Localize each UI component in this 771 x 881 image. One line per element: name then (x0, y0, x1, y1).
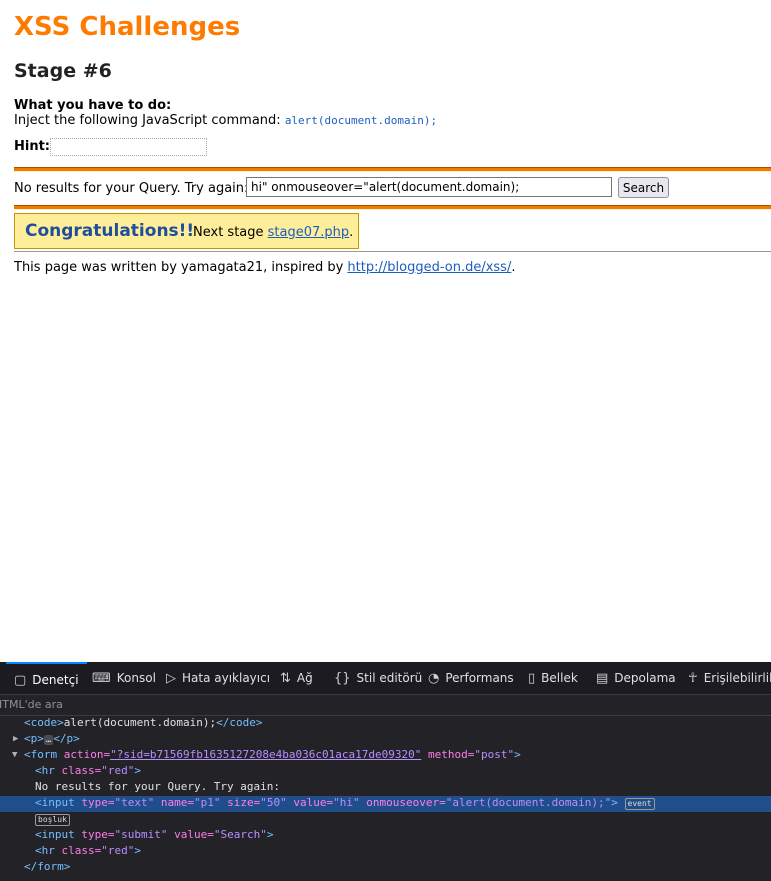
divider-footer (14, 251, 771, 252)
tab-inspector[interactable]: ▢ Denetçi (6, 662, 87, 696)
style-editor-icon: {} (334, 670, 351, 686)
tree-line-form[interactable]: ▼ <form action="?sid=b71569fb1635127208e… (0, 748, 771, 764)
hint-box[interactable] (50, 138, 207, 156)
memory-icon: ▯ (528, 670, 536, 686)
whitespace-badge[interactable]: boşluk (35, 814, 70, 826)
next-stage-link[interactable]: stage07.php (268, 225, 350, 240)
form-action-link[interactable]: "?sid=b71569fb1635127208e4ba036c01aca17d… (110, 748, 421, 761)
divider-bottom (14, 205, 771, 210)
footer-prefix: This page was written by yamagata21, ins… (14, 260, 348, 275)
next-stage-line: Next stage stage07.php. (193, 225, 353, 240)
tree-line-text[interactable]: No results for your Query. Try again: (0, 780, 771, 796)
tab-memory[interactable]: ▯ Bellek (528, 662, 578, 694)
tree-line-p[interactable]: ▶ <p>… </p> (0, 732, 771, 748)
network-icon: ⇅ (280, 670, 291, 686)
expand-arrow-icon[interactable]: ▶ (13, 734, 18, 744)
tab-console[interactable]: ⌨ Konsol (92, 662, 156, 694)
todo-text: Inject the following JavaScript command: (14, 113, 285, 128)
tree-line-whitespace[interactable]: boşluk (0, 812, 771, 828)
search-button[interactable]: Search (618, 177, 669, 198)
tab-performance[interactable]: ◔ Performans (428, 662, 514, 694)
tree-line-input-selected[interactable]: <input type="text" name="p1" size="50" v… (0, 796, 771, 812)
tree-line-hr-2[interactable]: <hr class="red"> (0, 844, 771, 860)
collapse-arrow-icon[interactable]: ▼ (12, 750, 17, 760)
html-search-bar[interactable]: HTML'de ara (0, 695, 771, 716)
console-icon: ⌨ (92, 670, 111, 686)
storage-icon: ▤ (596, 670, 609, 686)
divider-top (14, 167, 771, 172)
event-badge[interactable]: event (624, 798, 655, 810)
debugger-icon: ▷ (166, 670, 176, 686)
tab-accessibility[interactable]: ☥ Erişilebilirlik (688, 662, 771, 694)
todo-label: What you have to do: (14, 98, 172, 113)
inspector-icon: ▢ (14, 672, 27, 688)
devtools-tabbar: ▢ Denetçi ⌨ Konsol ▷ Hata ayıklayıcı ⇅ Ağ {}… (0, 662, 771, 695)
congrats-box: Congratulations!! Next stage stage07.php… (14, 213, 359, 249)
query-input[interactable] (246, 177, 612, 197)
html-search-placeholder: HTML'de ara (0, 698, 63, 711)
todo-line: Inject the following JavaScript command:… (14, 113, 437, 128)
stage-heading: Stage #6 (14, 60, 112, 82)
tab-storage[interactable]: ▤ Depolama (596, 662, 676, 694)
footer-link[interactable]: http://blogged-on.de/xss/ (347, 260, 511, 275)
tree-line-code[interactable]: <code>alert(document.domain);</code> (0, 716, 771, 732)
page-title: XSS Challenges (14, 12, 241, 42)
performance-icon: ◔ (428, 670, 440, 686)
collapsed-ellipsis[interactable]: … (43, 735, 54, 745)
tab-debugger[interactable]: ▷ Hata ayıklayıcı (166, 662, 270, 694)
next-stage-suffix: . (349, 225, 354, 240)
tree-line-form-close[interactable]: </form> (0, 860, 771, 876)
tab-style-editor[interactable]: {} Stil editörü (334, 662, 422, 694)
footer-text: This page was written by yamagata21, ins… (14, 260, 515, 275)
congrats-text: Congratulations!! (25, 221, 195, 241)
page-content: XSS Challenges Stage #6 What you have to… (0, 0, 771, 662)
devtools-panel: ▢ Denetçi ⌨ Konsol ▷ Hata ayıklayıcı ⇅ Ağ {}… (0, 662, 771, 881)
next-stage-prefix: Next stage (193, 225, 268, 240)
tab-network[interactable]: ⇅ Ağ (280, 662, 313, 694)
accessibility-icon: ☥ (688, 670, 698, 686)
tree-line-hr-1[interactable]: <hr class="red"> (0, 764, 771, 780)
tree-line-submit[interactable]: <input type="submit" value="Search"> (0, 828, 771, 844)
hint-label: Hint: (14, 139, 51, 154)
query-label: No results for your Query. Try again: (14, 181, 249, 196)
footer-suffix: . (511, 260, 516, 275)
todo-code: alert(document.domain); (284, 114, 438, 127)
